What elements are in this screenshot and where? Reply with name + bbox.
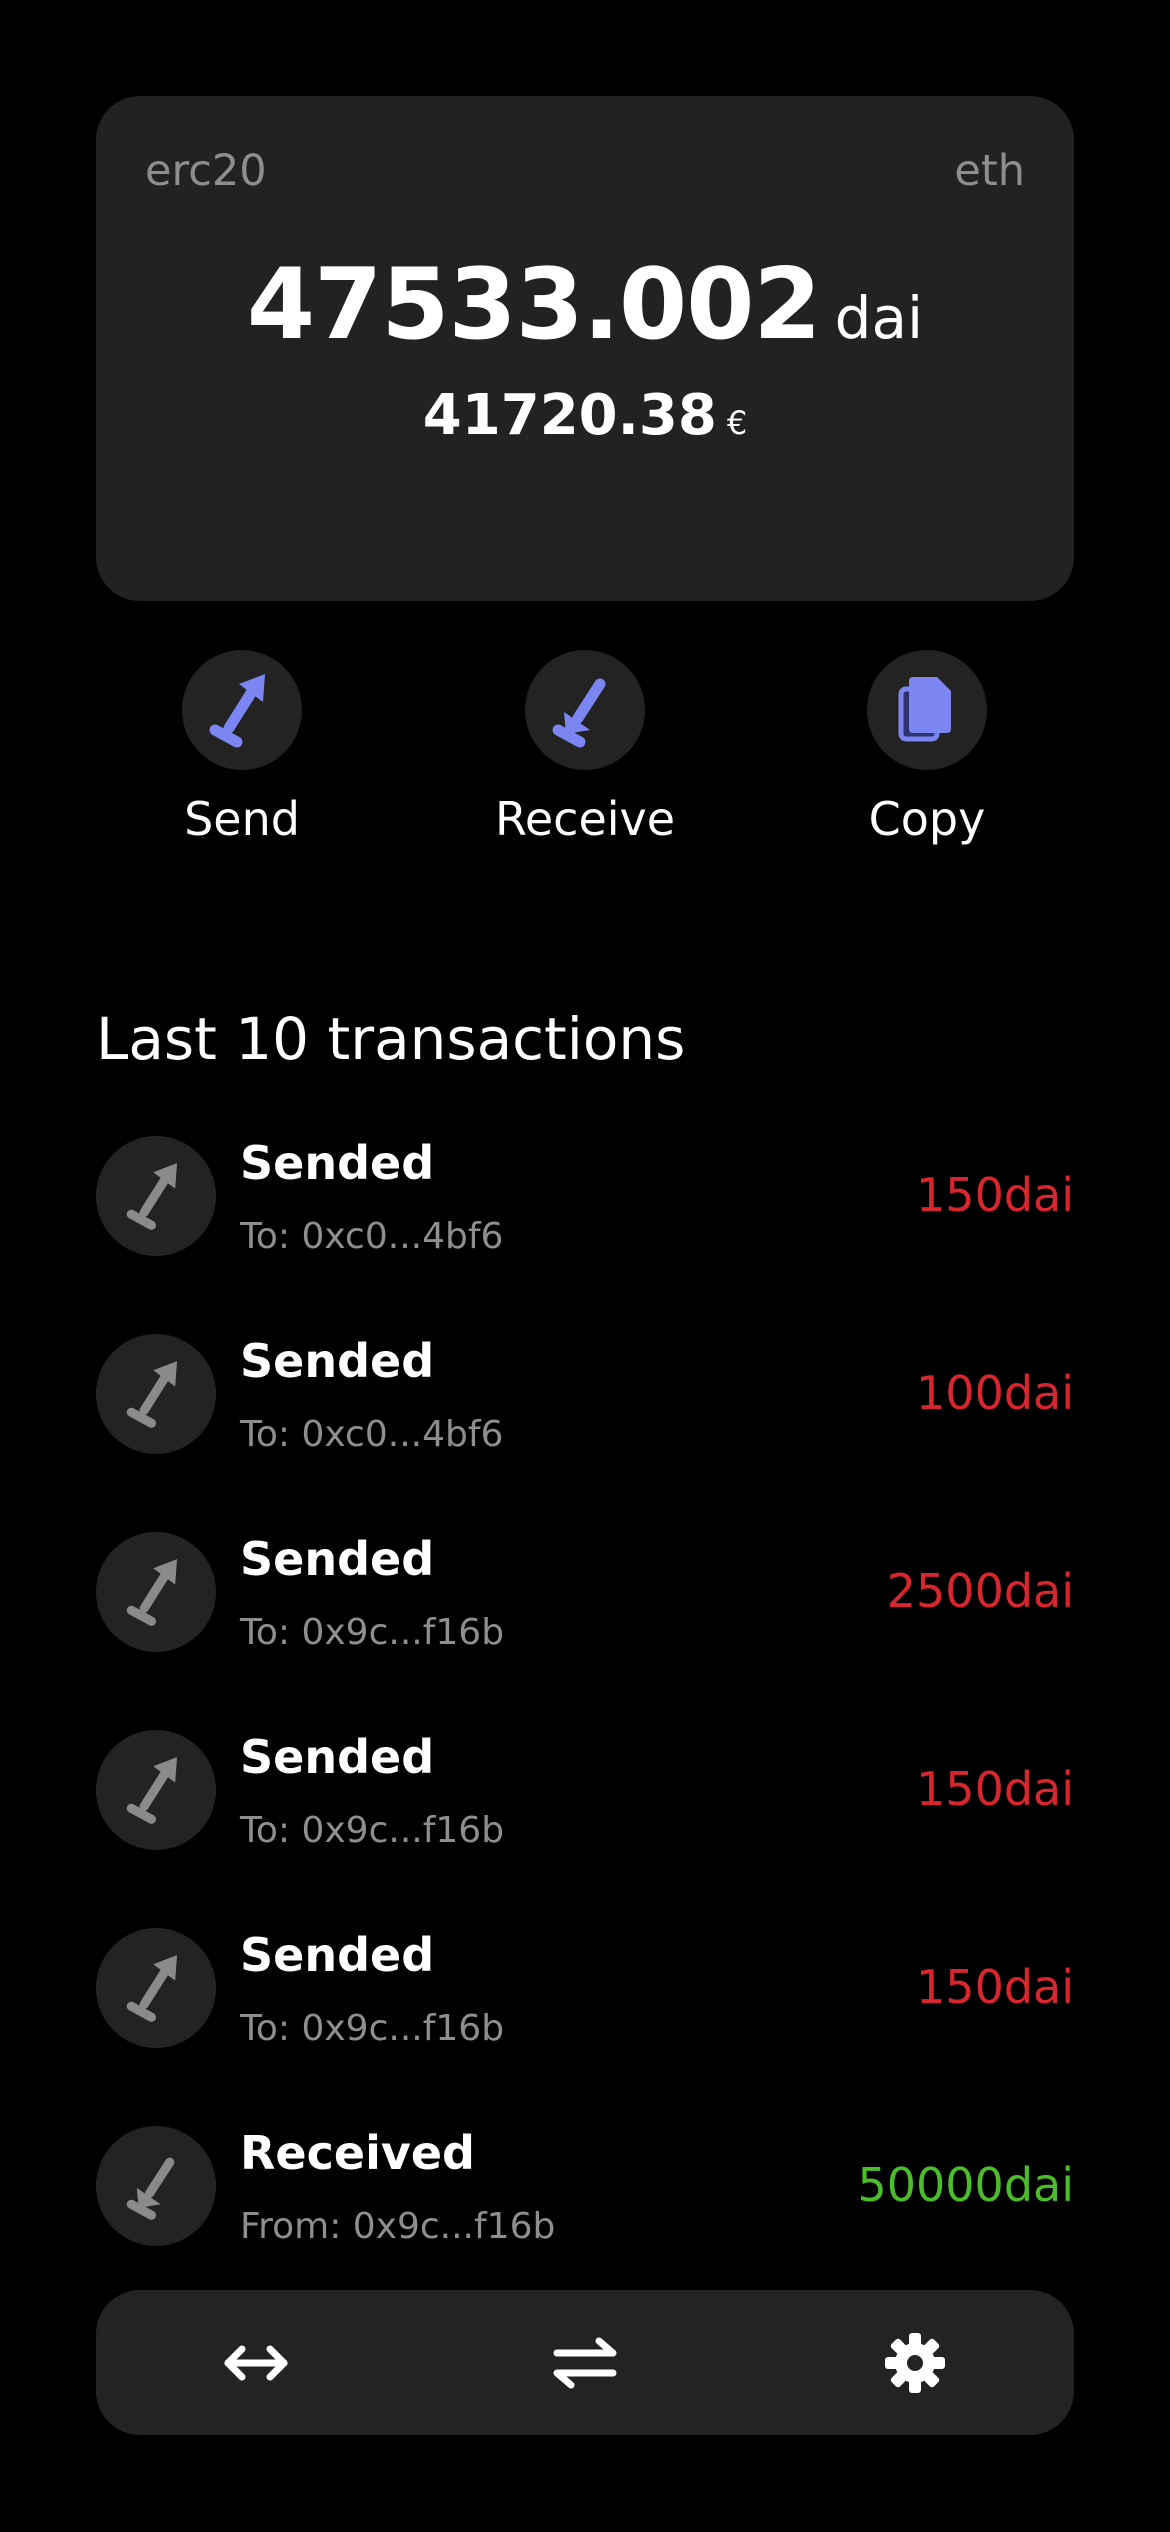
transaction-amount: 150dai [916, 1960, 1074, 2014]
transaction-type: Sended [240, 1928, 435, 1982]
transactions-heading: Last 10 transactions [96, 1005, 686, 1073]
copy-button[interactable]: Copy [797, 650, 1057, 846]
transaction-type: Received [240, 2126, 475, 2180]
transaction-amount: 50000dai [857, 2158, 1074, 2212]
sent-icon-circle [96, 1928, 216, 2048]
transaction-type: Sended [240, 1532, 435, 1586]
fiat-balance-amount: 41720.38 [422, 383, 717, 448]
fiat-balance: 41720.38 € [96, 383, 1074, 448]
transaction-type: Sended [240, 1730, 435, 1784]
receive-icon [552, 678, 606, 748]
nav-settings-button[interactable] [840, 2290, 990, 2435]
transaction-row[interactable]: Sended To: 0x9c...f16b 150dai [96, 1928, 1074, 2126]
received-icon-circle [96, 2126, 216, 2246]
bottom-nav-bar [96, 2290, 1074, 2435]
fiat-balance-unit: € [726, 404, 748, 442]
transaction-type: Sended [240, 1136, 435, 1190]
wallet-screen: erc20 eth 47533.002dai 41720.38€ Send [0, 0, 1170, 2532]
send-label: Send [184, 792, 300, 846]
transaction-row[interactable]: Sended To: 0x9c...f16b 2500dai [96, 1532, 1074, 1730]
token-balance-unit: dai [834, 284, 924, 352]
transaction-address: To: 0xc0...4bf6 [240, 1216, 504, 1257]
transaction-type: Sended [240, 1334, 435, 1388]
copy-icon-circle [867, 650, 987, 770]
token-balance-amount: 47533.002 [246, 248, 822, 362]
action-row: Send Receive Copy [0, 650, 1170, 850]
send-icon [209, 674, 265, 748]
sent-icon-circle [96, 1136, 216, 1256]
gear-icon [885, 2332, 945, 2393]
token-standard-label: erc20 [145, 146, 267, 196]
network-label: eth [954, 146, 1025, 196]
sent-arrow-icon [126, 1757, 178, 1824]
sent-arrow-icon [126, 1361, 178, 1428]
transaction-amount: 150dai [916, 1168, 1074, 1222]
copy-icon [898, 677, 951, 742]
transaction-row[interactable]: Sended To: 0xc0...4bf6 100dai [96, 1334, 1074, 1532]
transaction-address: To: 0x9c...f16b [240, 2008, 505, 2049]
transaction-row[interactable]: Sended To: 0x9c...f16b 150dai [96, 1730, 1074, 1928]
copy-label: Copy [868, 792, 986, 846]
receive-label: Receive [494, 792, 676, 846]
transaction-address: To: 0x9c...f16b [240, 1810, 505, 1851]
send-button[interactable]: Send [112, 650, 372, 846]
sent-icon-circle [96, 1532, 216, 1652]
sent-arrow-icon [126, 1163, 178, 1230]
token-balance: 47533.002 dai [96, 248, 1074, 362]
send-icon-circle [182, 650, 302, 770]
sent-arrow-icon [126, 1955, 178, 2022]
sent-icon-circle [96, 1730, 216, 1850]
balance-card: erc20 eth 47533.002 dai 41720.38 € [96, 96, 1074, 601]
receive-button[interactable]: Receive [455, 650, 715, 846]
transaction-amount: 150dai [916, 1762, 1074, 1816]
nav-swap-button[interactable] [510, 2290, 660, 2435]
transaction-row[interactable]: Sended To: 0xc0...4bf6 150dai [96, 1136, 1074, 1334]
sent-icon-circle [96, 1334, 216, 1454]
sent-arrow-icon [126, 1559, 178, 1626]
transaction-amount: 100dai [916, 1366, 1074, 1420]
transaction-amount: 2500dai [886, 1564, 1074, 1618]
receive-icon-circle [525, 650, 645, 770]
transfer-arrows-icon [224, 2345, 288, 2380]
transaction-address: To: 0x9c...f16b [240, 1612, 505, 1653]
transaction-address: To: 0xc0...4bf6 [240, 1414, 504, 1455]
transaction-address: From: 0x9c...f16b [240, 2206, 556, 2247]
received-arrow-icon [126, 2157, 175, 2220]
nav-transfer-button[interactable] [181, 2290, 331, 2435]
swap-arrows-icon [553, 2337, 617, 2388]
transaction-list: Sended To: 0xc0...4bf6 150dai Sended To:… [96, 1136, 1074, 2324]
